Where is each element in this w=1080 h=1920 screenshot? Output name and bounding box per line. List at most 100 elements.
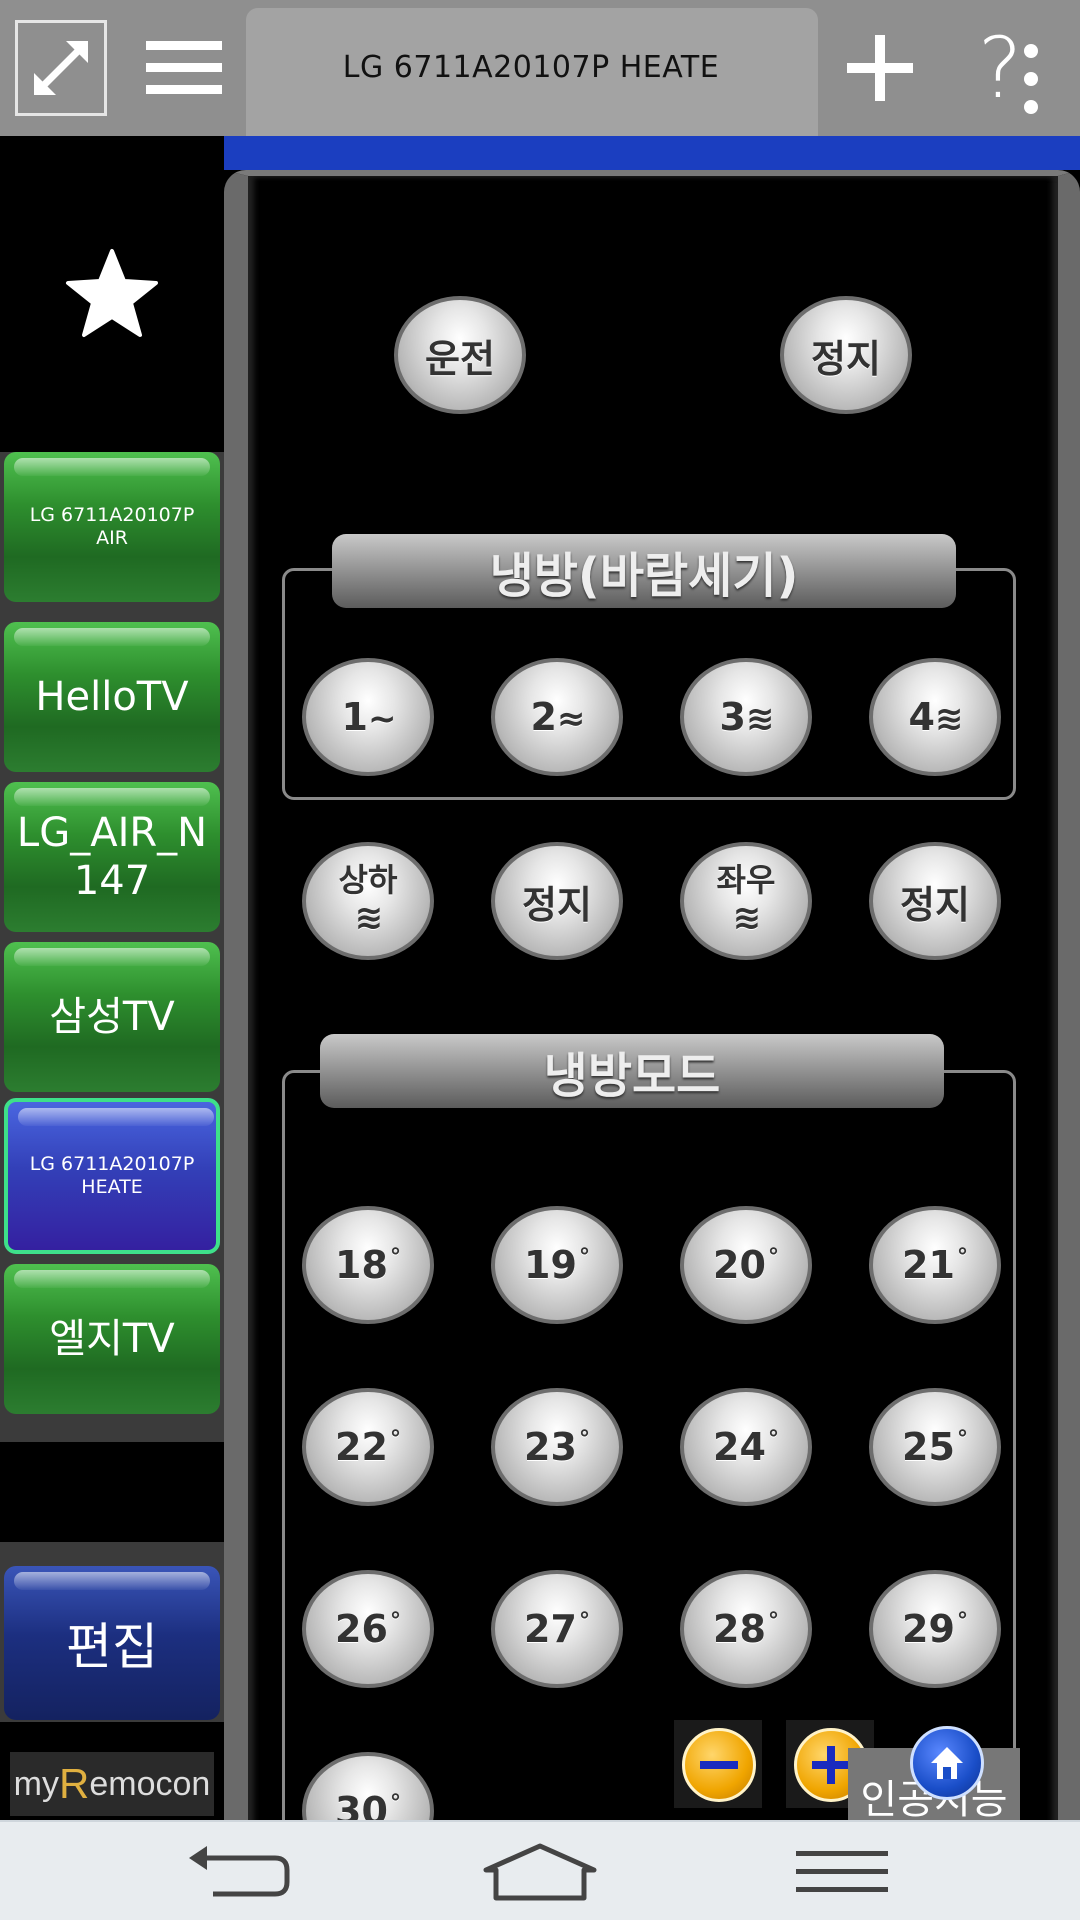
temp-21-button[interactable]: 21°	[869, 1206, 1001, 1324]
degree-symbol: °	[389, 1791, 401, 1817]
logo-suffix: emocon	[89, 1764, 211, 1803]
swing-updown-wave-icon: ≋	[354, 897, 383, 938]
temp-value: 26	[335, 1607, 388, 1651]
temp-20-button[interactable]: 20°	[680, 1206, 812, 1324]
device-title: LG 6711A20107P HEATE	[342, 50, 720, 85]
menu-button[interactable]	[128, 0, 240, 136]
degree-symbol: °	[578, 1427, 590, 1453]
hamburger-icon	[146, 41, 222, 94]
wind-group-title: 냉방(바람세기)	[332, 534, 956, 608]
temp-value: 25	[902, 1425, 955, 1469]
degree-symbol: °	[767, 1245, 779, 1271]
temp-24-button[interactable]: 24°	[680, 1388, 812, 1506]
swing-updown-stop-button[interactable]: 정지	[491, 842, 623, 960]
temp-value: 24	[713, 1425, 766, 1469]
recent-apps-button[interactable]	[742, 1822, 942, 1920]
temp-25-button[interactable]: 25°	[869, 1388, 1001, 1506]
swing-leftright-stop-label: 정지	[900, 882, 970, 927]
device-label: HelloTV	[35, 674, 189, 720]
device-item-lg-heater-active[interactable]: LG 6711A20107P HEATE	[4, 1098, 220, 1254]
device-item-lg-air-n147[interactable]: LG_AIR_N147	[4, 782, 220, 932]
device-item-samsung-tv[interactable]: 삼성TV	[4, 942, 220, 1092]
degree-symbol: °	[389, 1609, 401, 1635]
degree-symbol: °	[956, 1609, 968, 1635]
temp-29-button[interactable]: 29°	[869, 1570, 1001, 1688]
swing-updown-stop-label: 정지	[522, 882, 592, 927]
temp-26-button[interactable]: 26°	[302, 1570, 434, 1688]
wind-wave-4-icon: ≋	[934, 699, 963, 739]
degree-symbol: °	[956, 1245, 968, 1271]
add-device-button[interactable]	[830, 0, 930, 136]
wind-speed-2-button[interactable]: 2≈	[491, 658, 623, 776]
device-label: LG 6711A20107P HEATE	[29, 1153, 195, 1198]
wind-wave-3-icon: ≋	[745, 699, 774, 739]
degree-symbol: °	[956, 1427, 968, 1453]
temp-28-button[interactable]: 28°	[680, 1570, 812, 1688]
degree-symbol: °	[767, 1609, 779, 1635]
home-button[interactable]	[910, 1726, 984, 1800]
sidebar-spacer	[0, 1442, 224, 1542]
device-label: LG 6711A20107P AIR	[29, 504, 195, 549]
temp-27-button[interactable]: 27°	[491, 1570, 623, 1688]
device-item-lg-air[interactable]: LG 6711A20107P AIR	[4, 452, 220, 602]
system-nav-bar	[0, 1820, 1080, 1920]
device-title-dropdown[interactable]: LG 6711A20107P HEATE	[246, 8, 1038, 136]
wind-speed-3-label: 3	[719, 695, 746, 739]
edit-label: 편집	[66, 1618, 158, 1676]
menu-lines-icon	[796, 1851, 888, 1892]
wind-group-title-text: 냉방(바람세기)	[489, 548, 799, 604]
remote-header-stripe	[224, 136, 1080, 170]
wind-speed-4-button[interactable]: 4≋	[869, 658, 1001, 776]
temp-value: 19	[524, 1243, 577, 1287]
degree-symbol: °	[578, 1245, 590, 1271]
temp-value: 22	[335, 1425, 388, 1469]
wind-speed-3-button[interactable]: 3≋	[680, 658, 812, 776]
home-nav-button[interactable]	[440, 1822, 640, 1920]
device-list: LG 6711A20107P AIR HelloTV LG_AIR_N147 삼…	[0, 452, 224, 1542]
temp-value: 28	[713, 1607, 766, 1651]
favorites-button[interactable]	[0, 136, 224, 450]
swing-leftright-stop-button[interactable]: 정지	[869, 842, 1001, 960]
degree-symbol: °	[767, 1427, 779, 1453]
degree-symbol: °	[389, 1427, 401, 1453]
temp-value: 23	[524, 1425, 577, 1469]
temp-22-button[interactable]: 22°	[302, 1388, 434, 1506]
wind-wave-2-icon: ≈	[556, 699, 585, 739]
edit-button[interactable]: 편집	[4, 1566, 220, 1720]
help-icon: ?	[977, 19, 1023, 117]
wind-speed-2-label: 2	[530, 695, 557, 739]
logo-r: R	[59, 1760, 90, 1807]
wind-speed-4-label: 4	[908, 695, 935, 739]
home-outline-icon	[483, 1843, 597, 1901]
zoom-out-button[interactable]	[682, 1728, 756, 1802]
top-bar: LG 6711A20107P HEATE ?	[0, 0, 1080, 136]
back-button[interactable]	[138, 1822, 338, 1920]
expand-icon	[15, 20, 107, 116]
mode-group-title: 냉방모드	[320, 1034, 944, 1108]
temp-value: 18	[335, 1243, 388, 1287]
device-item-hellotv[interactable]: HelloTV	[4, 622, 220, 772]
power-on-button[interactable]: 운전	[394, 296, 526, 414]
logo-prefix: my	[13, 1764, 59, 1803]
fullscreen-button[interactable]	[0, 0, 122, 136]
back-icon	[189, 1846, 290, 1897]
plus-icon	[847, 35, 913, 101]
device-label: 엘지TV	[49, 1316, 175, 1362]
temp-19-button[interactable]: 19°	[491, 1206, 623, 1324]
help-button[interactable]: ?	[950, 0, 1050, 136]
wind-speed-1-button[interactable]: 1~	[302, 658, 434, 776]
swing-leftright-wave-icon: ≋	[732, 897, 761, 938]
app-logo: my Remocon	[10, 1752, 214, 1816]
device-label: LG_AIR_N147	[16, 810, 208, 904]
degree-symbol: °	[578, 1609, 590, 1635]
swing-leftright-button[interactable]: 좌우 ≋	[680, 842, 812, 960]
home-icon	[931, 1747, 963, 1779]
power-off-button[interactable]: 정지	[780, 296, 912, 414]
temp-23-button[interactable]: 23°	[491, 1388, 623, 1506]
device-item-lg-tv[interactable]: 엘지TV	[4, 1264, 220, 1414]
swing-updown-button[interactable]: 상하 ≋	[302, 842, 434, 960]
temp-18-button[interactable]: 18°	[302, 1206, 434, 1324]
wind-speed-1-label: 1	[341, 695, 368, 739]
mode-group-title-text: 냉방모드	[543, 1048, 721, 1104]
temp-value: 27	[524, 1607, 577, 1651]
